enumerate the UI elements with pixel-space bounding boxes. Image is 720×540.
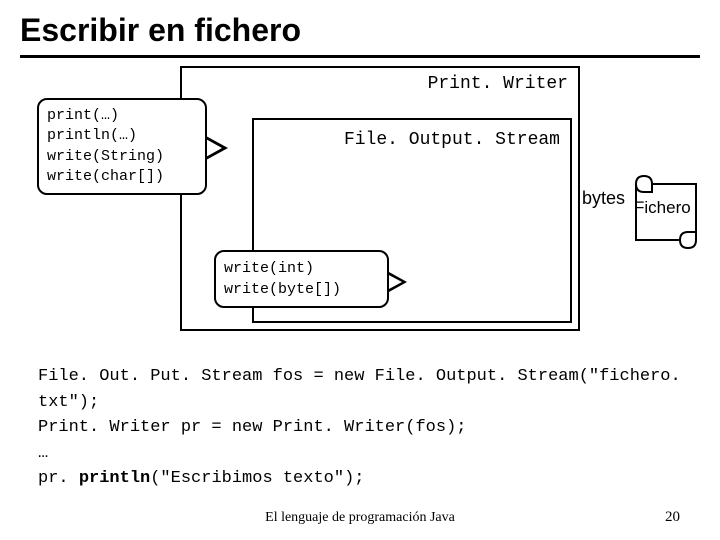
callout-fos-methods: write(int) write(byte[]) (214, 250, 389, 308)
method-line: println(…) (47, 126, 197, 146)
callout-pointer-icon (389, 272, 407, 292)
method-line: write(String) (47, 147, 197, 167)
printwriter-label: Print. Writer (428, 74, 568, 94)
callout-printwriter-methods: print(…) println(…) write(String) write(… (37, 98, 207, 195)
method-line: write(int) (224, 258, 379, 279)
method-line: print(…) (47, 106, 197, 126)
page-number: 20 (665, 509, 680, 526)
code-line: File. Out. Put. Stream fos = new File. O… (38, 364, 682, 415)
footer-text: El lenguaje de programación Java (0, 510, 720, 526)
diagram-area: Print. Writer print(…) println(…) write(… (30, 66, 690, 346)
fileoutputstream-label: File. Output. Stream (344, 130, 560, 150)
method-line: write(byte[]) (224, 279, 379, 300)
code-line: … (38, 441, 682, 467)
fileoutputstream-box: File. Output. Stream write(int) write(by… (252, 118, 572, 323)
slide-title: Escribir en fichero (20, 12, 700, 49)
code-block: File. Out. Put. Stream fos = new File. O… (20, 364, 700, 492)
bytes-label: bytes (582, 188, 625, 209)
title-rule (20, 55, 700, 58)
printwriter-box: Print. Writer print(…) println(…) write(… (180, 66, 580, 331)
code-line: pr. println("Escribimos texto"); (38, 466, 682, 492)
file-label: Fichero (634, 198, 691, 218)
code-line: Print. Writer pr = new Print. Writer(fos… (38, 415, 682, 441)
method-line: write(char[]) (47, 167, 197, 187)
callout-pointer-icon (206, 136, 228, 160)
